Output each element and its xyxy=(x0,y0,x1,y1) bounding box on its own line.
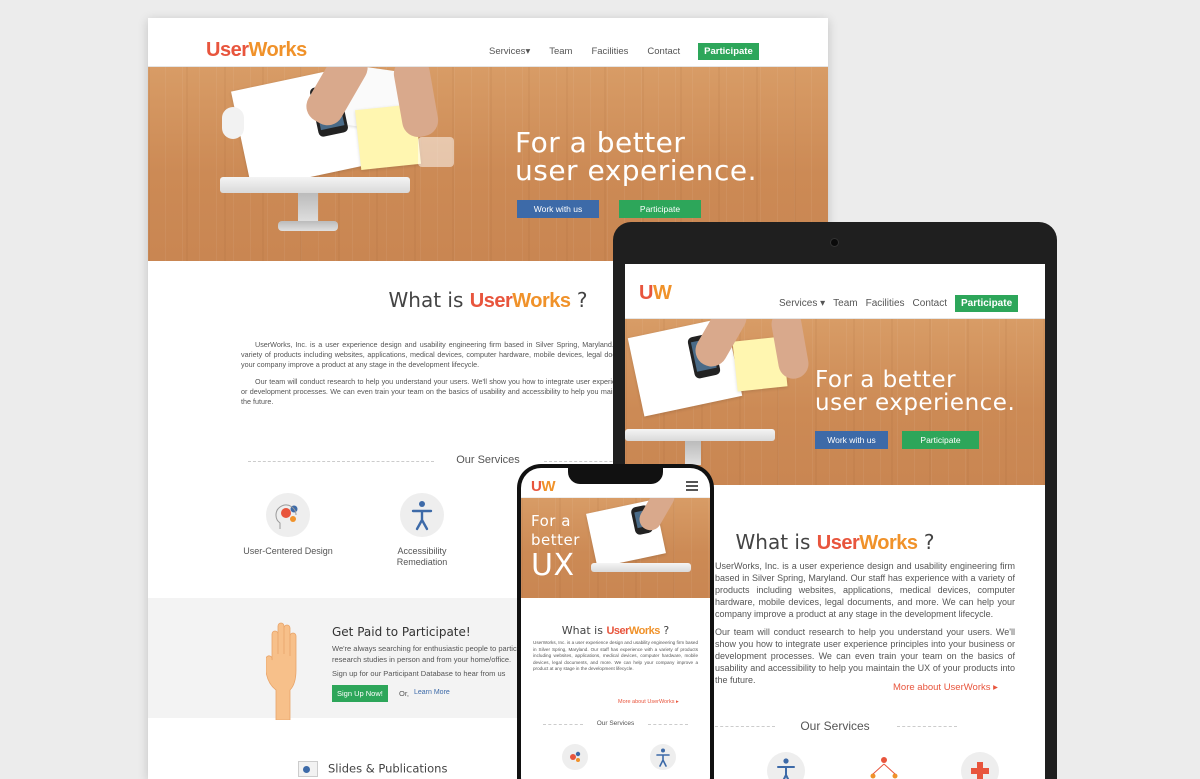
hero-heading: For a better user experience. xyxy=(815,367,1016,416)
caret-down-icon: ▾ xyxy=(525,46,531,57)
userworks-logo: UserWorks xyxy=(606,625,660,637)
monitor-illustration xyxy=(220,177,410,193)
monitor-base-illustration xyxy=(278,221,338,231)
chevron-right-icon: ▸ xyxy=(993,682,998,693)
monitor-illustration xyxy=(625,429,775,441)
caret-down-icon: ▾ xyxy=(820,298,826,309)
phone-screen: UW For a better UX What is UserWorks ? U… xyxy=(521,468,710,779)
userworks-logo: UserWorks xyxy=(469,290,571,312)
slides-publications-heading: Slides & Publications xyxy=(298,761,447,777)
head-gears-icon[interactable] xyxy=(562,744,588,770)
people-network-icon[interactable] xyxy=(865,752,903,779)
nav-participate-button[interactable]: Participate xyxy=(698,43,759,60)
accessibility-person-icon xyxy=(400,493,444,537)
nav-team[interactable]: Team xyxy=(549,46,572,60)
monitor-illustration xyxy=(591,563,691,572)
work-with-us-button[interactable]: Work with us xyxy=(517,200,599,218)
desktop-navbar: UserWorks Services▾ Team Facilities Cont… xyxy=(148,18,828,67)
hamburger-menu-icon[interactable] xyxy=(686,481,698,493)
nav-facilities[interactable]: Facilities xyxy=(866,298,905,312)
tablet-navbar: UW Services ▾ Team Facilities Contact Pa… xyxy=(625,264,1045,319)
hero-heading: For a better user experience. xyxy=(515,126,758,187)
desktop-menu: Services▾ Team Facilities Contact Partic… xyxy=(489,43,759,60)
nav-contact[interactable]: Contact xyxy=(913,298,947,312)
nav-participate-button[interactable]: Participate xyxy=(955,295,1019,312)
learn-more-link[interactable]: Learn More xyxy=(414,689,450,696)
pen-cup-illustration xyxy=(418,137,454,167)
head-gears-icon xyxy=(266,493,310,537)
camera-icon xyxy=(831,239,838,246)
phone-hero: For a better UX xyxy=(521,498,710,598)
more-about-link[interactable]: More about UserWorks ▸ xyxy=(618,699,679,705)
nav-services[interactable]: Services ▾ xyxy=(779,298,825,312)
service-user-centered-design[interactable]: User-Centered Design xyxy=(238,493,338,557)
hero-heading: For a better UX xyxy=(531,512,580,583)
nav-team[interactable]: Team xyxy=(833,298,857,312)
divider xyxy=(715,726,775,727)
work-with-us-button[interactable]: Work with us xyxy=(815,431,888,449)
accessibility-person-icon[interactable] xyxy=(650,744,676,770)
sign-up-button[interactable]: Sign Up Now! xyxy=(332,685,388,702)
chevron-right-icon: ▸ xyxy=(675,699,679,705)
monitor-stand-illustration xyxy=(685,441,701,465)
phone-mockup: UW For a better UX What is UserWorks ? U… xyxy=(517,464,714,779)
tablet-menu: Services ▾ Team Facilities Contact Parti… xyxy=(779,295,1019,312)
nav-facilities[interactable]: Facilities xyxy=(591,46,628,60)
more-about-link[interactable]: More about UserWorks ▸ xyxy=(893,682,998,693)
raised-hand-icon xyxy=(266,622,297,720)
divider xyxy=(897,726,957,727)
participate-button[interactable]: Participate xyxy=(619,200,701,218)
monitor-stand-illustration xyxy=(298,193,318,223)
userworks-logo-mark[interactable]: UW xyxy=(531,478,556,495)
phone-notch xyxy=(568,468,663,484)
services-heading: Our Services xyxy=(521,720,710,727)
userworks-logo-mark[interactable]: UW xyxy=(639,282,672,305)
nav-contact[interactable]: Contact xyxy=(647,46,680,60)
divider xyxy=(648,724,688,725)
tablet-hero: For a better user experience. Work with … xyxy=(625,319,1045,485)
about-paragraph: UserWorks, Inc. is a user experience des… xyxy=(715,561,1015,619)
presentation-icon xyxy=(298,761,318,777)
service-accessibility-remediation[interactable]: Accessibility Remediation xyxy=(372,493,472,568)
accessibility-person-icon[interactable] xyxy=(767,752,805,779)
mouse-illustration xyxy=(222,107,244,139)
nav-services[interactable]: Services▾ xyxy=(489,46,530,60)
participate-button[interactable]: Participate xyxy=(902,431,979,449)
divider xyxy=(543,724,583,725)
userworks-logo[interactable]: UserWorks xyxy=(206,39,307,62)
about-paragraph: UserWorks, Inc. is a user experience des… xyxy=(533,640,698,671)
what-is-heading: What is UserWorks ? xyxy=(561,624,670,637)
medical-cross-icon[interactable] xyxy=(961,752,999,779)
team-paragraph: Our team will conduct research to help y… xyxy=(715,627,1015,685)
userworks-logo: UserWorks xyxy=(816,532,918,554)
